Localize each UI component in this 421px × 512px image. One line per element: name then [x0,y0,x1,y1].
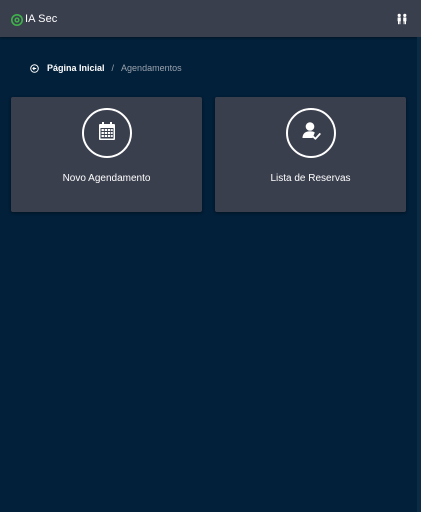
breadcrumb: Página Inicial / Agendamentos [30,61,182,75]
new-booking-card[interactable]: Novo Agendamento [11,97,202,212]
users-icon[interactable] [396,12,408,25]
app-name: IA Sec [25,13,58,25]
booking-list-card[interactable]: Lista de Reservas [215,97,406,212]
card-label: Lista de Reservas [270,173,351,184]
card-icon-circle [81,108,132,158]
app-root: IA Sec Página Inicial / Agendamentos Nov… [0,0,421,512]
calendar-icon [97,121,117,146]
logo-icon [11,13,23,26]
breadcrumb-home-link[interactable]: Página Inicial [47,63,105,73]
card-icon-circle [285,108,336,158]
card-label: Novo Agendamento [62,173,151,184]
back-arrow-icon[interactable] [30,63,39,73]
breadcrumb-current: Agendamentos [121,63,182,73]
brand[interactable]: IA Sec [11,11,57,27]
user-check-icon [300,120,322,147]
scrollbar[interactable] [417,37,421,512]
top-bar: IA Sec [0,0,421,37]
breadcrumb-separator: / [111,63,115,73]
